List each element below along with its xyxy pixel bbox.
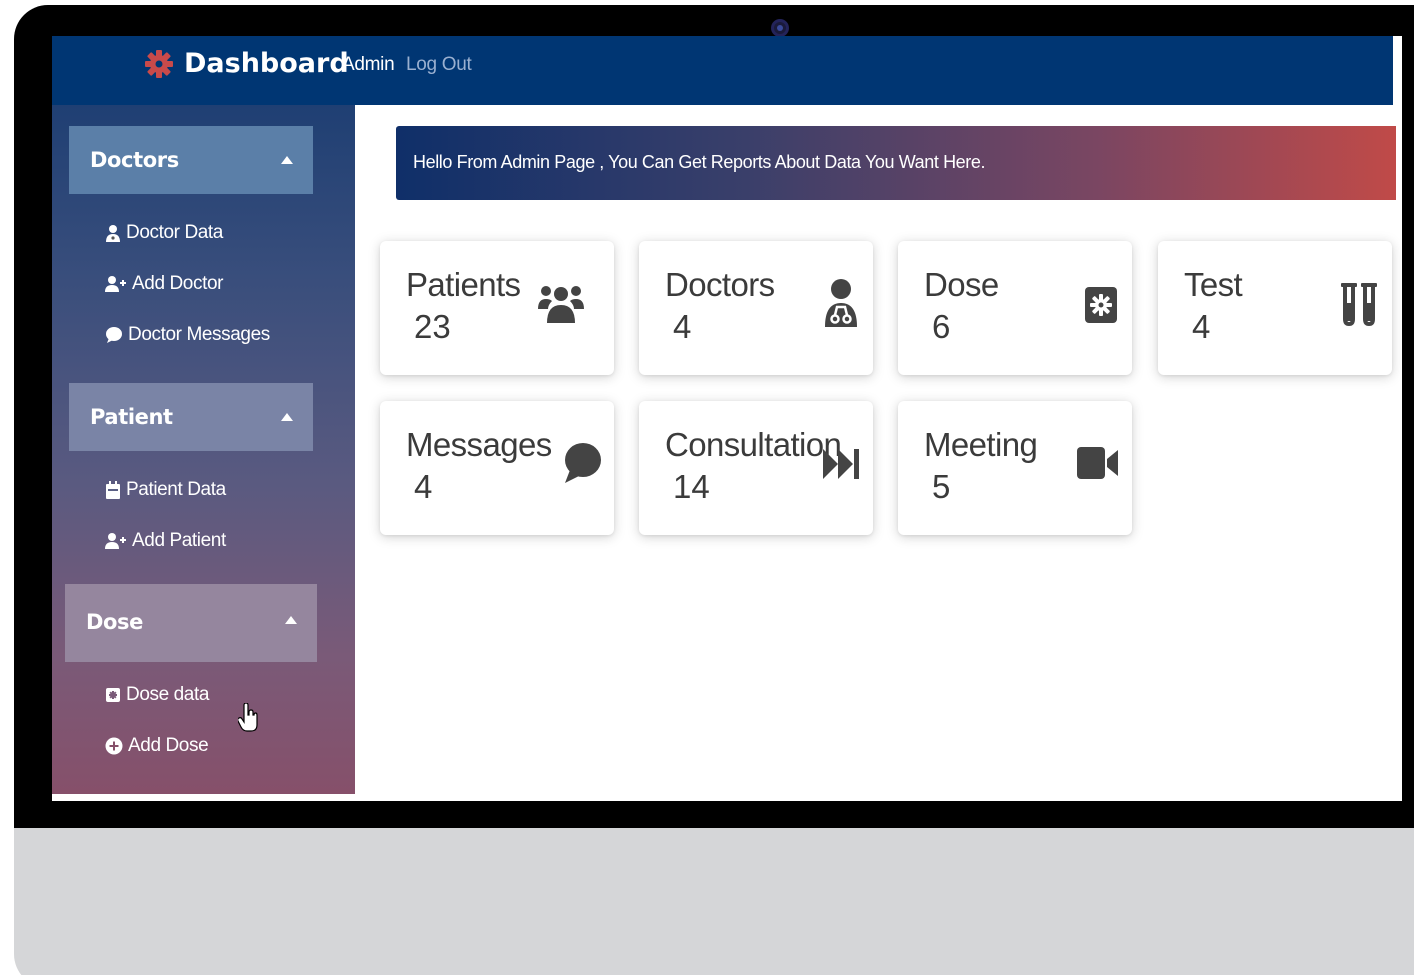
card-label: Meeting (924, 426, 1038, 463)
caret-up-icon (285, 616, 297, 624)
nav-admin-link[interactable]: Admin (342, 54, 395, 76)
brand[interactable]: Dashboard (144, 48, 349, 79)
sidebar-item-add-doctor[interactable]: Add Doctor (105, 273, 223, 295)
sidebar-item-label: Doctor Messages (128, 324, 270, 345)
sidebar-group-title: Dose (86, 610, 144, 634)
caret-up-icon (281, 156, 293, 164)
user-doctor-icon (825, 279, 857, 327)
sidebar-item-label: Add Dose (128, 735, 209, 756)
sidebar: Doctors Doctor Data Add Doctor Doctor Me… (52, 105, 355, 794)
plus-circle-icon (105, 737, 123, 755)
vials-icon (1341, 283, 1377, 327)
monitor-chin (14, 828, 1414, 975)
card-count: 5 (932, 468, 951, 505)
nav-logout-link[interactable]: Log Out (406, 54, 472, 76)
fast-forward-icon (823, 449, 859, 479)
card-label: Dose (924, 266, 999, 303)
sidebar-group-title: Doctors (90, 148, 179, 172)
sidebar-item-add-dose[interactable]: Add Dose (105, 735, 209, 757)
sidebar-item-label: Add Doctor (132, 273, 224, 294)
stat-card-test[interactable]: Test 4 (1158, 241, 1392, 375)
sidebar-item-patient-data[interactable]: Patient Data (105, 479, 226, 501)
top-navbar: Dashboard Admin Log Out (52, 36, 1393, 105)
welcome-banner: Hello From Admin Page , You Can Get Repo… (396, 126, 1396, 200)
card-count: 6 (932, 308, 951, 345)
hand-pointer-icon (238, 703, 258, 732)
card-label: Doctors (665, 266, 775, 303)
card-label: Test (1184, 266, 1243, 303)
app-screen: Dashboard Admin Log Out Doctors Doctor D… (52, 36, 1402, 801)
user-plus-icon (105, 533, 126, 549)
comment-icon (565, 443, 601, 483)
camera-icon (771, 19, 789, 37)
sidebar-group-doctors[interactable]: Doctors (69, 126, 313, 194)
sidebar-item-doctor-messages[interactable]: Doctor Messages (105, 324, 270, 346)
caret-up-icon (281, 413, 293, 421)
brand-title: Dashboard (184, 48, 349, 79)
card-label: Messages (406, 426, 552, 463)
medkit-icon (1085, 287, 1117, 323)
sidebar-group-dose[interactable]: Dose (65, 584, 317, 662)
card-count: 14 (673, 468, 710, 505)
card-count: 4 (673, 308, 692, 345)
card-count: 4 (414, 468, 433, 505)
sidebar-group-title: Patient (90, 405, 173, 429)
card-label: Consultation (665, 426, 842, 463)
sidebar-group-patient[interactable]: Patient (69, 383, 313, 451)
user-doctor-icon (106, 225, 120, 242)
sidebar-item-label: Doctor Data (126, 222, 223, 243)
stat-card-dose[interactable]: Dose 6 (898, 241, 1132, 375)
card-count: 4 (1192, 308, 1211, 345)
card-count: 23 (414, 308, 451, 345)
sidebar-item-dose-data[interactable]: Dose data (105, 684, 209, 706)
video-icon (1077, 447, 1118, 479)
medkit-icon (106, 688, 120, 702)
stat-card-meeting[interactable]: Meeting 5 (898, 401, 1132, 535)
sidebar-item-label: Add Patient (132, 530, 226, 551)
stat-card-patients[interactable]: Patients 23 (380, 241, 614, 375)
stat-card-messages[interactable]: Messages 4 (380, 401, 614, 535)
stat-card-consultation[interactable]: Consultation 14 (639, 401, 873, 535)
comment-icon (106, 327, 122, 343)
gear-icon (145, 49, 173, 78)
sidebar-item-add-patient[interactable]: Add Patient (105, 530, 226, 552)
stat-card-doctors[interactable]: Doctors 4 (639, 241, 873, 375)
sidebar-item-label: Patient Data (126, 479, 226, 500)
calendar-icon (106, 481, 120, 499)
card-label: Patients (406, 266, 521, 303)
sidebar-item-label: Dose data (126, 684, 210, 705)
user-plus-icon (105, 276, 126, 292)
users-icon (538, 286, 584, 323)
sidebar-item-doctor-data[interactable]: Doctor Data (105, 222, 223, 244)
